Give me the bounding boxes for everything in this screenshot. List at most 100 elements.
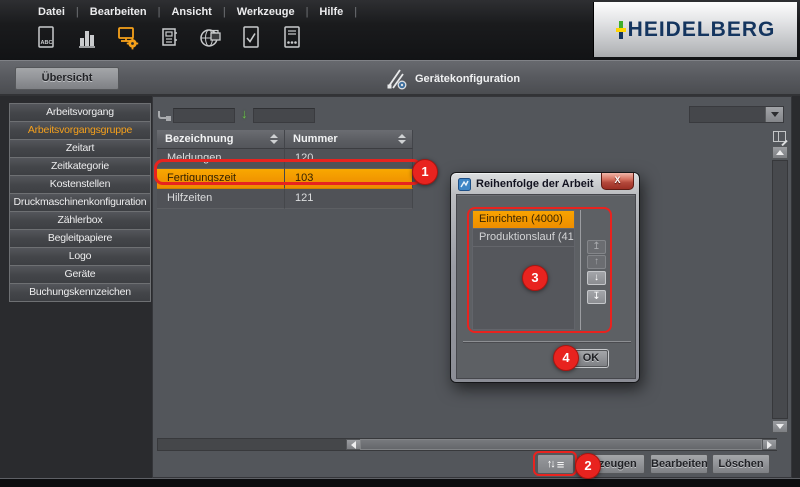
column-header-label: Nummer	[293, 133, 338, 145]
reihenfolge-dialog: Reihenfolge der Arbeitsv... X Einrichten…	[450, 172, 640, 383]
dialog-title: Reihenfolge der Arbeitsv...	[476, 178, 594, 190]
table-header: Bezeichnung Nummer	[157, 130, 413, 149]
menu-datei[interactable]: Datei	[32, 5, 71, 19]
sidebar-item-zeitart[interactable]: Zeitart	[9, 139, 151, 158]
bearbeiten-button[interactable]: Bearbeiten	[650, 454, 708, 474]
sort-icon[interactable]	[398, 134, 406, 144]
document-check-icon[interactable]	[239, 24, 263, 52]
arrow-up-icon	[776, 150, 784, 155]
up-down-arrows-icon: ↑↓	[546, 458, 556, 470]
device-config-title-icon	[387, 69, 407, 90]
vscroll-track[interactable]	[772, 160, 788, 419]
menu-bearbeiten[interactable]: Bearbeiten	[84, 5, 153, 19]
cell-bezeichnung: Meldungen	[157, 149, 285, 169]
arrow-left-icon	[351, 440, 356, 449]
move-down-button[interactable]: ↓	[587, 271, 606, 285]
print-globe-icon[interactable]	[198, 24, 222, 52]
list-item-produktionslauf[interactable]: Produktionslauf (4100)	[473, 229, 574, 247]
column-header-nummer[interactable]: Nummer	[285, 130, 413, 149]
list-item-einrichten[interactable]: Einrichten (4000)	[473, 211, 574, 229]
green-down-arrow-icon: ↓	[241, 106, 248, 121]
filter-input-2[interactable]	[253, 108, 315, 123]
cell-nummer: 121	[285, 189, 413, 209]
sidebar-item-logo[interactable]: Logo	[9, 247, 151, 266]
menu-separator: |	[305, 6, 309, 18]
page-title: Gerätekonfiguration	[383, 65, 520, 93]
bar-chart-icon[interactable]	[75, 24, 99, 52]
list-lines-icon: ≡	[556, 456, 565, 472]
move-to-bottom-button[interactable]: ↧	[587, 290, 606, 304]
header-band: Übersicht Gerätekonfiguration	[0, 60, 800, 96]
sidebar-item-zaehlerbox[interactable]: Zählerbox	[9, 211, 151, 230]
sidebar-item-geraete[interactable]: Geräte	[9, 265, 151, 284]
sidebar-item-arbeitsvorgang[interactable]: Arbeitsvorgang	[9, 103, 151, 122]
menu-bar: Datei | Bearbeiten | Ansicht | Werkzeuge | H…	[32, 5, 362, 19]
cell-nummer: 103	[285, 169, 413, 189]
arrow-right-icon	[767, 440, 772, 449]
cell-nummer: 120	[285, 149, 413, 169]
sequence-list[interactable]: Einrichten (4000) Produktionslauf (4100)	[472, 210, 575, 330]
list-separator	[580, 210, 581, 330]
column-header-bezeichnung[interactable]: Bezeichnung	[157, 130, 285, 149]
page-title-label: Gerätekonfiguration	[415, 73, 521, 85]
hscroll-track[interactable]	[157, 438, 777, 451]
sidebar-item-buchungskennzeichen[interactable]: Buchungskennzeichen	[9, 283, 151, 302]
table-row-selected[interactable]: Fertigungszeit 103	[157, 169, 413, 189]
vscroll-up-button[interactable]	[772, 146, 788, 159]
filter-input-1[interactable]	[173, 108, 235, 123]
dialog-app-icon	[458, 177, 471, 191]
application-window: Datei | Bearbeiten | Ansicht | Werkzeuge | H…	[0, 0, 800, 487]
bottom-strip	[0, 478, 800, 487]
document-list-icon[interactable]	[280, 24, 304, 52]
svg-text:ABC: ABC	[41, 40, 53, 46]
top-bar: Datei | Bearbeiten | Ansicht | Werkzeuge | H…	[0, 0, 800, 60]
hscroll-left-button[interactable]	[346, 439, 361, 450]
reorder-button[interactable]: ↑↓ ≡	[537, 454, 574, 474]
hscroll-thumb[interactable]	[360, 439, 762, 450]
menu-hilfe[interactable]: Hilfe	[313, 5, 349, 19]
table-row[interactable]: Hilfzeiten 121	[157, 189, 413, 209]
machine-icon[interactable]	[157, 24, 181, 52]
workgroup-table: Bezeichnung Nummer Meldungen 120 Fertigu…	[157, 130, 413, 209]
report-abc-icon[interactable]: ABC	[34, 24, 58, 52]
sidebar-item-arbeitsvorgangsgruppe[interactable]: Arbeitsvorgangsgruppe	[9, 121, 151, 140]
dropdown-value	[690, 107, 765, 122]
sidebar-item-zeitkategorie[interactable]: Zeitkategorie	[9, 157, 151, 176]
heidelberg-logo: HEIDELBERG	[593, 2, 797, 57]
heidelberg-logo-text: HEIDELBERG	[627, 17, 776, 41]
move-to-top-button[interactable]: ↥	[587, 240, 606, 254]
sidebar-item-druckmaschinenkonfiguration[interactable]: Druckmaschinenkonfiguration	[9, 193, 151, 212]
column-config-icon[interactable]	[773, 131, 786, 142]
heidelberg-logo-mark	[615, 20, 626, 39]
dropdown-button[interactable]	[765, 107, 783, 122]
sidebar-item-kostenstellen[interactable]: Kostenstellen	[9, 175, 151, 194]
ok-button[interactable]: OK	[574, 350, 608, 367]
sidebar-item-begleitpapiere[interactable]: Begleitpapiere	[9, 229, 151, 248]
menu-ansicht[interactable]: Ansicht	[165, 5, 217, 19]
menu-separator: |	[354, 6, 358, 18]
vscroll-down-button[interactable]	[772, 420, 788, 433]
cell-bezeichnung: Hilfzeiten	[157, 189, 285, 209]
table-row[interactable]: Meldungen 120	[157, 149, 413, 169]
move-up-button[interactable]: ↑	[587, 255, 606, 269]
annotation-circle-1: 1	[412, 159, 438, 185]
loeschen-button[interactable]: Löschen	[712, 454, 770, 474]
menu-separator: |	[222, 6, 226, 18]
sidebar: Arbeitsvorgang Arbeitsvorgangsgruppe Zei…	[9, 103, 151, 302]
chevron-down-icon	[770, 112, 779, 117]
menu-werkzeuge[interactable]: Werkzeuge	[231, 5, 301, 19]
dialog-divider	[463, 341, 631, 343]
dialog-content: Einrichten (4000) Produktionslauf (4100)…	[456, 194, 636, 379]
overview-button[interactable]: Übersicht	[15, 67, 119, 90]
toolbar: ABC	[34, 24, 304, 52]
close-icon[interactable]: X	[601, 173, 634, 190]
dialog-title-bar[interactable]: Reihenfolge der Arbeitsv... X	[451, 173, 639, 195]
filter-dropdown[interactable]	[689, 106, 784, 123]
hscroll-right-button[interactable]	[762, 439, 777, 450]
menu-separator: |	[157, 6, 161, 18]
cell-bezeichnung: Fertigungszeit	[157, 169, 285, 189]
sort-icon[interactable]	[270, 134, 278, 144]
device-config-icon[interactable]	[116, 24, 140, 52]
erzeugen-button[interactable]: Erzeugen	[579, 454, 645, 474]
menu-separator: |	[75, 6, 79, 18]
